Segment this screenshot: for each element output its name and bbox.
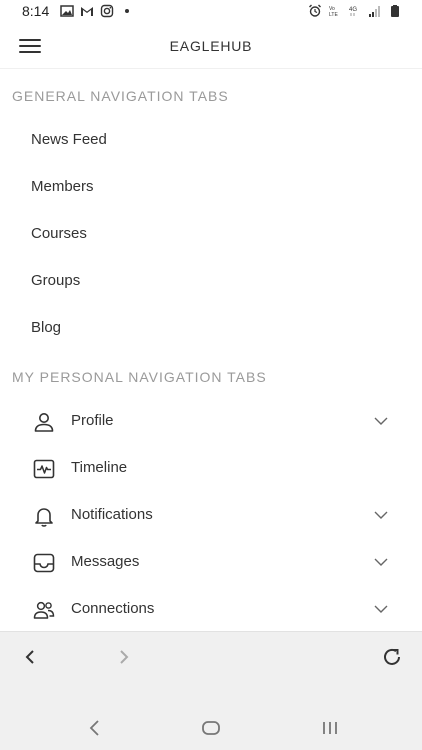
status-bar: 8:14 Vo LTE 4G <box>0 0 422 24</box>
nav-item-label: Notifications <box>71 506 153 523</box>
app-title: EAGLEHUB <box>169 38 253 54</box>
bell-icon <box>35 508 53 527</box>
status-notification-icons <box>60 4 134 18</box>
general-section-title: GENERAL NAVIGATION TABS <box>12 88 229 104</box>
signal-icon <box>369 6 380 17</box>
nav-item-connections[interactable]: Connections <box>0 590 422 630</box>
instagram-icon <box>100 4 114 18</box>
nav-item-notifications[interactable]: Notifications <box>0 496 422 536</box>
chevron-down-icon[interactable] <box>373 509 389 521</box>
nav-item-label: Members <box>31 178 94 195</box>
nav-item-profile[interactable]: Profile <box>0 402 422 442</box>
nav-item-label: Timeline <box>71 459 128 476</box>
browser-toolbar <box>0 631 422 681</box>
nav-item-label: Profile <box>71 412 114 429</box>
nav-item-label: Messages <box>71 553 140 570</box>
forward-arrow-icon[interactable] <box>112 645 136 669</box>
svg-text:LTE: LTE <box>329 12 338 18</box>
nav-item-label: Groups <box>31 272 81 289</box>
nav-item-news-feed[interactable]: News Feed <box>0 121 422 161</box>
chevron-down-icon[interactable] <box>373 556 389 568</box>
nav-item-messages[interactable]: Messages <box>0 543 422 583</box>
home-icon[interactable] <box>199 716 223 740</box>
svg-text:4G: 4G <box>349 7 357 13</box>
battery-icon <box>391 5 399 17</box>
4g-icon: 4G <box>349 7 357 16</box>
user-icon <box>34 413 54 432</box>
nav-item-courses[interactable]: Courses <box>0 215 422 255</box>
chevron-down-icon[interactable] <box>373 603 389 615</box>
nav-item-label: Courses <box>31 225 87 242</box>
image-icon <box>60 5 74 17</box>
gmail-icon <box>81 7 93 16</box>
app-header: EAGLEHUB <box>0 24 422 69</box>
status-system-icons: Vo LTE 4G <box>308 4 402 18</box>
activity-icon <box>33 459 55 479</box>
nav-item-groups[interactable]: Groups <box>0 262 422 302</box>
nav-item-timeline[interactable]: Timeline <box>0 449 422 489</box>
nav-item-members[interactable]: Members <box>0 168 422 208</box>
nav-item-blog[interactable]: Blog <box>0 309 422 349</box>
dot-icon <box>125 9 129 13</box>
nav-item-label: Connections <box>71 600 155 617</box>
back-arrow-icon[interactable] <box>18 645 42 669</box>
system-back-icon[interactable] <box>83 716 107 740</box>
chevron-down-icon[interactable] <box>373 415 389 427</box>
volte-icon: VoLTE <box>329 6 338 18</box>
alarm-icon <box>309 4 321 17</box>
nav-item-label: News Feed <box>31 131 107 148</box>
inbox-icon <box>33 553 55 573</box>
users-icon <box>33 601 55 619</box>
system-navigation-bar <box>0 681 422 750</box>
recents-icon[interactable] <box>318 716 342 740</box>
personal-section-title: MY PERSONAL NAVIGATION TABS <box>12 369 267 385</box>
status-time: 8:14 <box>22 3 50 19</box>
refresh-icon[interactable] <box>380 645 404 669</box>
nav-item-label: Blog <box>31 319 62 336</box>
